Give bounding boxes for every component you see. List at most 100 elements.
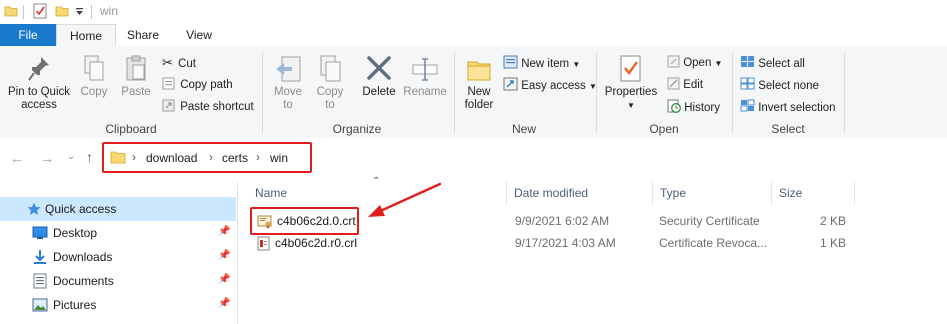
table-row[interactable]: c4b06c2d.r0.crl 9/17/2021 4:03 AM Certif…	[250, 233, 850, 255]
paste-icon	[126, 55, 146, 81]
new-item-button[interactable]: New item ▼	[503, 55, 580, 70]
nav-item-pictures[interactable]: Pictures 📌	[0, 293, 236, 317]
delete-x-icon	[367, 56, 391, 80]
breadcrumb-chevron-icon[interactable]: ›	[132, 150, 136, 164]
tab-file[interactable]: File	[0, 24, 56, 46]
invert-selection-button[interactable]: Invert selection	[740, 99, 836, 114]
tab-share[interactable]: Share	[120, 24, 166, 46]
paste-shortcut-icon	[162, 99, 175, 112]
new-folder-icon	[467, 61, 491, 81]
properties-check-icon[interactable]	[33, 3, 48, 19]
breadcrumb-certs[interactable]: certs	[222, 151, 248, 165]
nav-label: Pictures	[53, 298, 97, 312]
file-size: 1 KB	[819, 236, 846, 250]
open-button[interactable]: Open ▼	[667, 55, 722, 69]
documents-icon	[33, 273, 47, 289]
desktop-icon	[32, 226, 48, 239]
nav-label: Desktop	[53, 226, 98, 240]
organize-group-label: Organize	[332, 122, 382, 136]
history-icon	[667, 99, 681, 113]
column-divider[interactable]	[506, 181, 507, 205]
new-folder-icon[interactable]	[55, 4, 70, 18]
file-type: Certificate Revoca...	[659, 236, 768, 250]
new-folder-button[interactable]: New folder	[460, 54, 498, 112]
breadcrumb-chevron-icon[interactable]: ›	[209, 150, 213, 164]
breadcrumb-chevron-icon[interactable]: ›	[256, 150, 260, 164]
nav-item-desktop[interactable]: Desktop 📌	[0, 221, 236, 245]
easy-access-button[interactable]: Easy access ▼	[503, 77, 597, 92]
breadcrumb-download[interactable]: download	[146, 151, 197, 165]
column-header-size[interactable]: Size	[779, 186, 802, 200]
select-all-icon	[741, 56, 754, 67]
star-icon	[27, 202, 41, 215]
select-none-icon	[740, 77, 755, 90]
file-type: Security Certificate	[659, 214, 760, 228]
pin-icon: 📌	[218, 298, 231, 309]
cut-button[interactable]: ✂ Cut	[162, 55, 196, 71]
annotation-arrow	[368, 182, 442, 217]
dropdown-arrow-icon: ▼	[714, 59, 723, 68]
column-divider[interactable]	[771, 181, 772, 205]
easy-access-icon	[503, 77, 518, 91]
paste-shortcut-button[interactable]: Paste shortcut	[162, 99, 254, 113]
folder-icon	[110, 151, 126, 164]
nav-label: Downloads	[53, 250, 113, 264]
history-button[interactable]: History	[667, 99, 720, 114]
copy-path-button[interactable]: Copy path	[162, 77, 233, 91]
rename-button[interactable]: Rename	[402, 54, 448, 99]
paste-button[interactable]: Paste	[117, 54, 155, 99]
copy-icon	[84, 55, 104, 81]
divider	[23, 5, 24, 19]
download-icon	[34, 250, 46, 264]
properties-button[interactable]: Properties ▼	[602, 54, 660, 112]
column-header-date[interactable]: Date modified	[514, 186, 588, 200]
copy-to-icon	[320, 55, 341, 82]
copy-button[interactable]: Copy	[76, 54, 112, 99]
window-title: win	[100, 4, 119, 18]
pictures-icon	[32, 298, 48, 312]
group-divider	[844, 52, 845, 134]
pin-to-quick-access-button[interactable]: Pin to Quick access	[4, 54, 74, 112]
highlight-box	[250, 207, 359, 235]
copy-path-icon	[162, 77, 175, 90]
pane-divider[interactable]	[237, 182, 238, 324]
column-header-type[interactable]: Type	[660, 186, 686, 200]
select-all-button[interactable]: Select all	[740, 55, 805, 70]
customize-dropdown-icon[interactable]	[75, 8, 84, 16]
new-group-label: New	[511, 122, 536, 136]
revocation-list-icon	[257, 236, 270, 251]
rename-icon	[412, 58, 438, 81]
file-size: 2 KB	[819, 214, 846, 228]
nav-item-documents[interactable]: Documents 📌	[0, 269, 236, 293]
move-to-button[interactable]: Move to	[268, 54, 308, 112]
pin-icon: 📌	[218, 226, 231, 237]
recent-locations-chevron-icon[interactable]: ⌄	[67, 151, 75, 162]
folder-icon[interactable]	[4, 4, 18, 18]
file-date: 9/9/2021 6:02 AM	[515, 214, 610, 228]
up-arrow-icon[interactable]: ↑	[86, 149, 93, 165]
title-bar: win	[0, 0, 947, 24]
select-none-button[interactable]: Select none	[740, 77, 819, 92]
column-divider[interactable]	[854, 181, 855, 205]
edit-button[interactable]: Edit	[667, 77, 703, 91]
nav-item-quick-access[interactable]: Quick access	[0, 197, 236, 221]
tab-view[interactable]: View	[176, 24, 222, 46]
dropdown-arrow-icon: ▼	[627, 101, 635, 110]
invert-selection-icon	[740, 99, 755, 112]
open-group-label: Open	[649, 122, 679, 136]
open-icon	[667, 55, 680, 68]
nav-item-downloads[interactable]: Downloads 📌	[0, 245, 236, 269]
properties-icon	[620, 55, 641, 82]
back-arrow-icon[interactable]: ←	[10, 150, 24, 166]
select-group-label: Select	[771, 122, 805, 136]
forward-arrow-icon[interactable]: →	[40, 150, 54, 166]
column-divider[interactable]	[652, 181, 653, 205]
breadcrumb-win[interactable]: win	[270, 151, 288, 165]
clipboard-group-label: Clipboard	[105, 122, 157, 136]
pin-icon	[28, 57, 49, 81]
dropdown-arrow-icon: ▼	[572, 60, 581, 69]
tab-home[interactable]: Home	[56, 24, 116, 48]
copy-to-button[interactable]: Copy to	[310, 54, 350, 112]
delete-button[interactable]: Delete	[358, 54, 400, 99]
column-header-name[interactable]: Name	[255, 186, 287, 200]
